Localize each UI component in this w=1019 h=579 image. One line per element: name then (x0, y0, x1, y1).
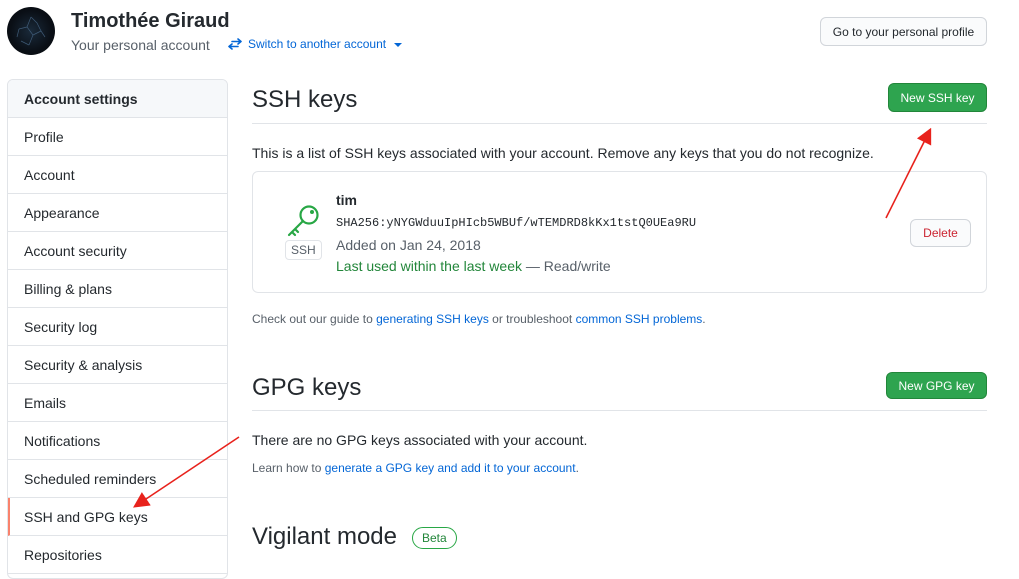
ssh-description: This is a list of SSH keys associated wi… (252, 145, 874, 161)
gpg-learn-suffix: . (575, 461, 579, 475)
sidebar-title: Account settings (8, 80, 227, 118)
beta-badge: Beta (412, 527, 457, 549)
key-last-used-text: Last used within the last week (336, 258, 522, 274)
sidebar-item-security-log[interactable]: Security log (8, 308, 227, 346)
gpg-divider (252, 410, 987, 411)
key-last-used: Last used within the last week — Read/wr… (336, 258, 611, 274)
key-fingerprint: SHA256:yNYGWduuIpHIcb5WBUf/wTEMDRD8kKx1t… (336, 216, 697, 230)
sidebar-item-billing[interactable]: Billing & plans (8, 270, 227, 308)
key-added-date: Added on Jan 24, 2018 (336, 237, 481, 253)
arrow-switch-icon (228, 38, 242, 50)
ssh-keys-heading: SSH keys (252, 86, 358, 113)
ssh-type-badge: SSH (285, 240, 322, 260)
sidebar-item-account[interactable]: Account (8, 156, 227, 194)
gpg-empty-text: There are no GPG keys associated with yo… (252, 432, 588, 448)
gpg-keys-heading: GPG keys (252, 374, 362, 401)
avatar[interactable] (7, 7, 55, 55)
sidebar-item-scheduled-reminders[interactable]: Scheduled reminders (8, 460, 227, 498)
avatar-image (16, 16, 46, 46)
ssh-guide-middle: or troubleshoot (492, 312, 573, 326)
sidebar-item-notifications[interactable]: Notifications (8, 422, 227, 460)
switch-account-link[interactable]: Switch to another account (228, 37, 403, 51)
ssh-divider (252, 123, 987, 124)
chevron-down-icon (394, 43, 403, 47)
settings-sidebar: Account settings Profile Account Appeara… (7, 79, 228, 579)
key-name: tim (336, 192, 357, 208)
ssh-guide-note: Check out our guide to generating SSH ke… (252, 312, 706, 326)
key-access-level: — Read/write (525, 258, 611, 274)
vigilant-mode-heading: Vigilant mode (252, 523, 397, 550)
gpg-learn-prefix: Learn how to (252, 461, 322, 475)
generate-gpg-key-link[interactable]: generate a GPG key and add it to your ac… (325, 461, 576, 475)
user-name: Timothée Giraud (71, 10, 230, 32)
new-ssh-key-button[interactable]: New SSH key (888, 83, 987, 112)
ssh-guide-suffix: . (702, 312, 706, 326)
switch-account-label: Switch to another account (248, 37, 387, 51)
gpg-learn-note: Learn how to generate a GPG key and add … (252, 461, 579, 475)
sidebar-item-account-security[interactable]: Account security (8, 232, 227, 270)
ssh-guide-prefix: Check out our guide to (252, 312, 373, 326)
new-gpg-key-button[interactable]: New GPG key (886, 372, 987, 399)
sidebar-item-emails[interactable]: Emails (8, 384, 227, 422)
sidebar-item-repositories[interactable]: Repositories (8, 536, 227, 574)
sidebar-item-profile[interactable]: Profile (8, 118, 227, 156)
generating-ssh-keys-link[interactable]: generating SSH keys (376, 312, 489, 326)
sidebar-item-security-analysis[interactable]: Security & analysis (8, 346, 227, 384)
delete-key-button[interactable]: Delete (910, 219, 971, 247)
account-subtitle: Your personal account (71, 37, 210, 53)
sidebar-item-appearance[interactable]: Appearance (8, 194, 227, 232)
ssh-key-item: SSH tim SHA256:yNYGWduuIpHIcb5WBUf/wTEMD… (252, 171, 987, 293)
sidebar-item-ssh-gpg-keys[interactable]: SSH and GPG keys (8, 498, 227, 536)
personal-profile-button[interactable]: Go to your personal profile (820, 17, 987, 46)
key-icon (284, 204, 324, 238)
common-ssh-problems-link[interactable]: common SSH problems (576, 312, 703, 326)
